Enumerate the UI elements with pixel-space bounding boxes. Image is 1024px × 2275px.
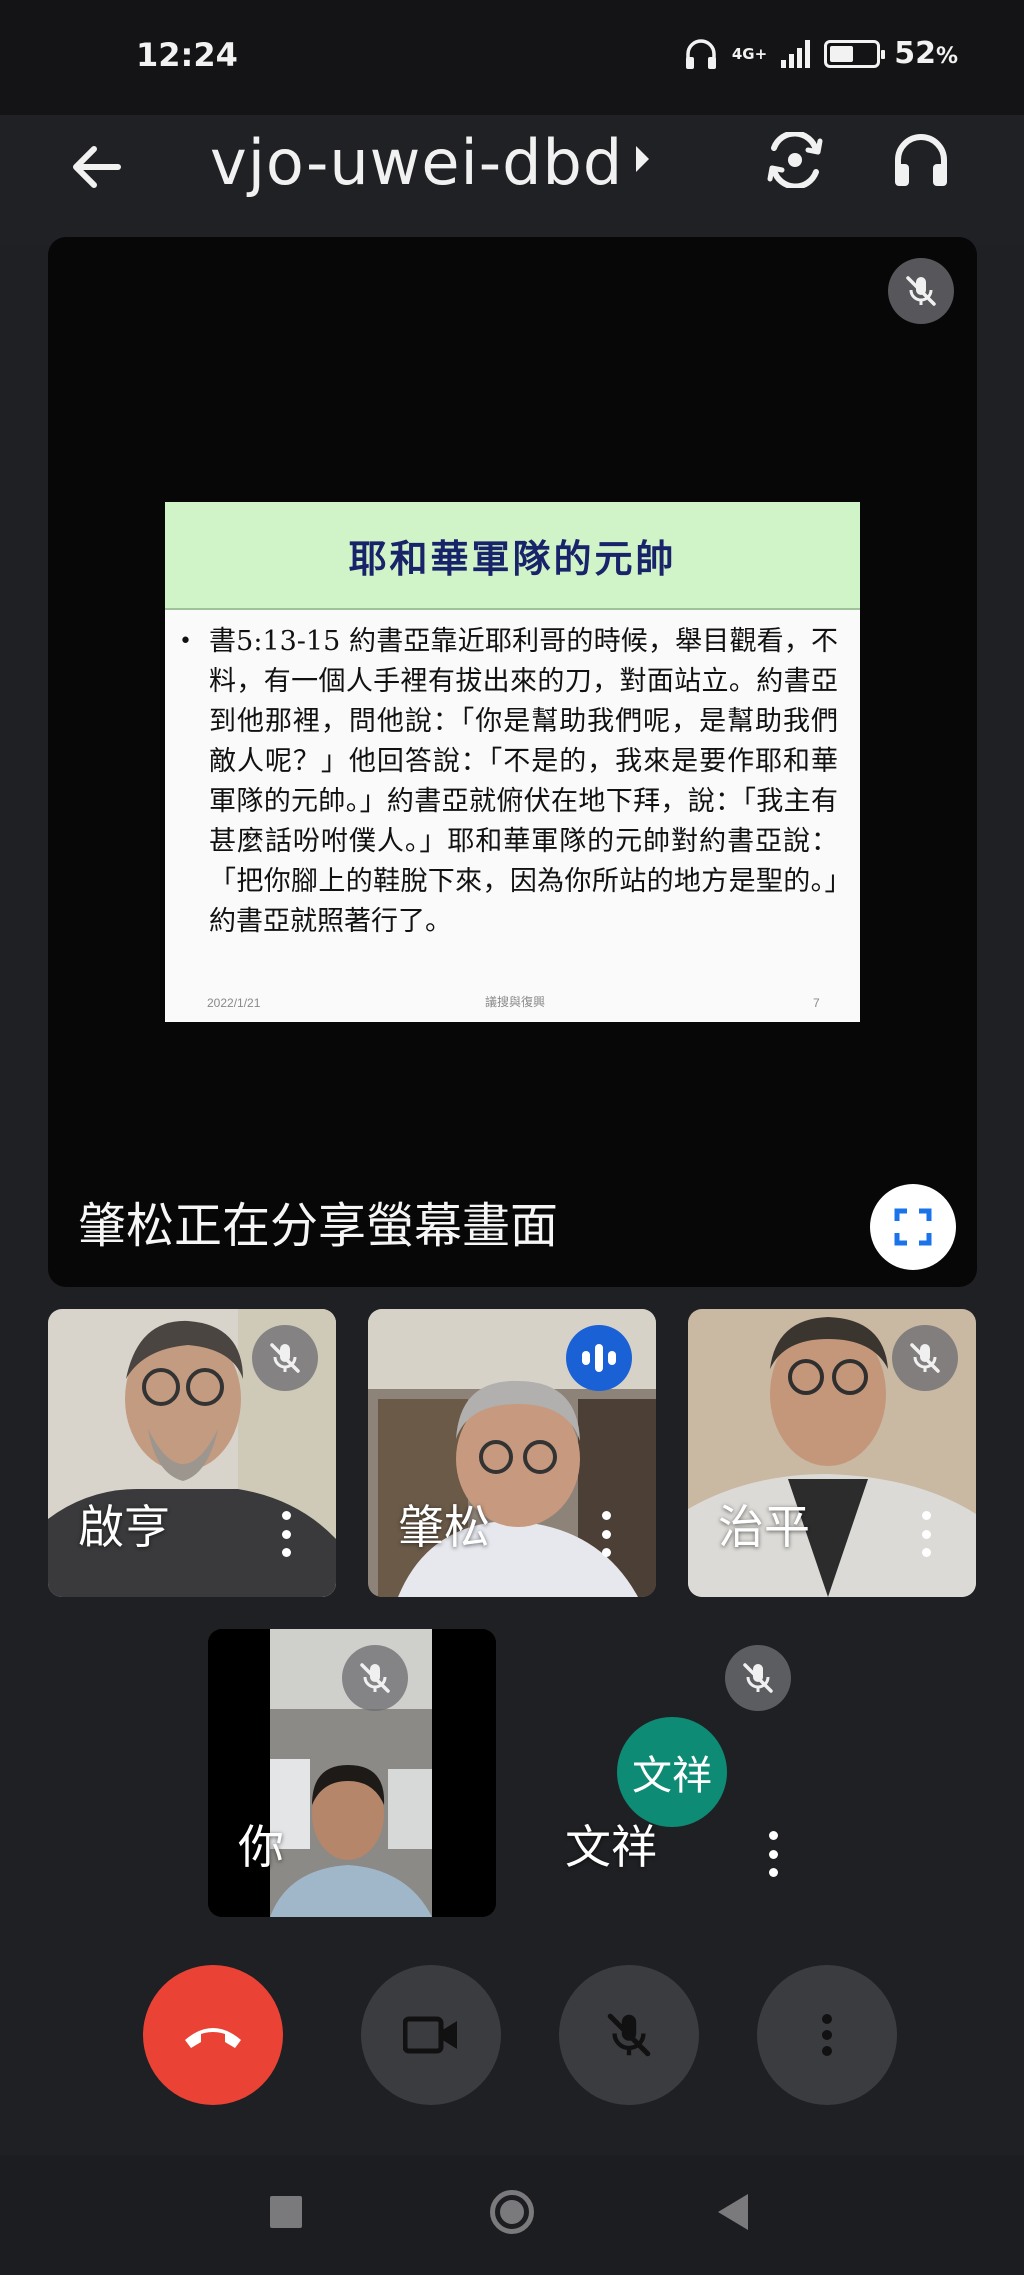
- self-video-tile[interactable]: 你: [208, 1629, 496, 1917]
- slide-title: 耶和華軍隊的元帥: [348, 535, 677, 581]
- fullscreen-icon: [894, 1208, 932, 1246]
- participant-name: 肇松: [398, 1500, 490, 1554]
- audio-participant-mic-off-badge: [725, 1645, 791, 1711]
- slide-footer-center: 議搜與復興: [485, 995, 546, 1009]
- status-icons: 4G+ 52%: [684, 36, 958, 71]
- participant-name: 啟亨: [78, 1500, 170, 1554]
- battery-level: [830, 45, 854, 62]
- fullscreen-button[interactable]: [870, 1184, 956, 1270]
- back-icon[interactable]: [718, 2194, 748, 2230]
- slide-header: 耶和華軍隊的元帥: [165, 502, 860, 610]
- participant-tile-2[interactable]: 肇松: [368, 1309, 656, 1597]
- more-vert-icon[interactable]: [280, 1511, 292, 1557]
- mic-off-icon: [607, 2013, 651, 2057]
- audio-participant-name: 文祥: [565, 1820, 657, 1874]
- more-vert-icon[interactable]: [920, 1511, 932, 1557]
- self-mic-off-badge: [342, 1645, 408, 1711]
- mic-off-icon: [270, 1343, 300, 1373]
- participant-3-mic-off-badge: [892, 1325, 958, 1391]
- slide-footer-page: 7: [813, 996, 820, 1010]
- headphones-icon: [685, 38, 716, 69]
- mic-toggle-button[interactable]: [559, 1965, 699, 2105]
- audio-output-button[interactable]: [876, 115, 966, 205]
- more-options-button[interactable]: [757, 1965, 897, 2105]
- camera-icon: [403, 2016, 457, 2054]
- network-type: 4G+: [731, 44, 768, 63]
- back-button[interactable]: [56, 127, 136, 207]
- switch-camera-icon: [767, 132, 823, 188]
- participant-tile-3[interactable]: 治平: [688, 1309, 976, 1597]
- meeting-code[interactable]: vjo-uwei-dbd: [210, 126, 623, 199]
- participant-1-mic-off-badge: [252, 1325, 318, 1391]
- headphones-audio-icon: [895, 134, 947, 186]
- screen-share-label: 肇松正在分享螢幕畫面: [78, 1198, 559, 1254]
- status-time: 12:24: [136, 36, 238, 74]
- mic-off-icon: [743, 1663, 773, 1693]
- home-icon-center: [500, 2200, 524, 2224]
- mic-off-icon: [906, 276, 936, 306]
- presenter-mic-off-badge: [888, 258, 954, 324]
- more-vert-icon[interactable]: [767, 1831, 779, 1877]
- battery-percent: 52%: [894, 36, 958, 71]
- more-vert-icon[interactable]: [600, 1511, 612, 1557]
- participant-tile-1[interactable]: 啟亨: [48, 1309, 336, 1597]
- shared-slide: 耶和華軍隊的元帥 • 書5:13-15 約書亞靠近耶利哥的時候，舉目觀看，不料，…: [165, 502, 860, 1022]
- battery-percent-symbol: %: [935, 44, 958, 69]
- caret-right-icon[interactable]: [636, 146, 649, 172]
- recents-icon[interactable]: [270, 2196, 302, 2228]
- mic-off-icon: [910, 1343, 940, 1373]
- battery-percent-value: 52: [894, 36, 936, 71]
- participant-name: 治平: [718, 1500, 810, 1554]
- slide-text: 書5:13-15 約書亞靠近耶利哥的時候，舉目觀看，不料，有一個人手裡有拔出來的…: [209, 626, 838, 937]
- self-name: 你: [238, 1820, 284, 1874]
- slide-body: • 書5:13-15 約書亞靠近耶利哥的時候，舉目觀看，不料，有一個人手裡有拔出…: [165, 610, 860, 942]
- end-call-icon: [185, 2028, 241, 2048]
- mic-off-icon: [360, 1663, 390, 1693]
- home-icon[interactable]: [490, 2190, 534, 2234]
- switch-camera-button[interactable]: [750, 115, 840, 205]
- slide-footer-date: 2022/1/21: [207, 996, 261, 1010]
- audio-participant-tile[interactable]: 文祥 文祥: [535, 1629, 823, 1917]
- camera-toggle-button[interactable]: [361, 1965, 501, 2105]
- end-call-button[interactable]: [143, 1965, 283, 2105]
- battery-icon: [824, 39, 886, 68]
- slide-bullet: •: [179, 629, 192, 654]
- signal-icon: [781, 39, 811, 68]
- back-arrow-icon: [73, 146, 121, 188]
- speaking-indicator: [566, 1325, 632, 1391]
- more-options-icon: [822, 2014, 832, 2056]
